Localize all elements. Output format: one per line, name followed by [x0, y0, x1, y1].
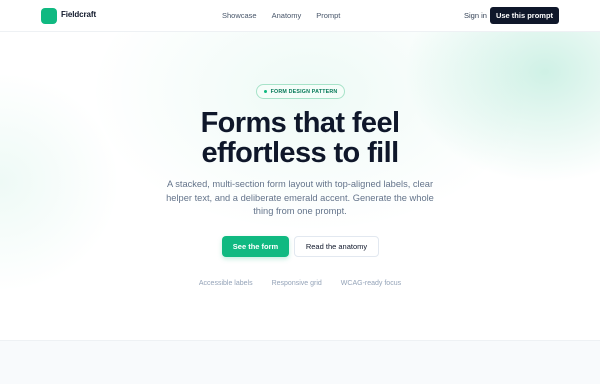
see-form-button[interactable]: See the form — [222, 236, 289, 257]
nav-link-anatomy[interactable]: Anatomy — [272, 11, 302, 20]
hero-headline: Forms that feel effortless to fill — [150, 108, 450, 168]
feature-list: Accessible labels Responsive grid WCAG-r… — [0, 280, 600, 287]
logo-icon[interactable] — [41, 8, 57, 24]
brand-name[interactable]: Fieldcraft — [61, 10, 96, 19]
headline-line-2: effortless to fill — [201, 137, 399, 169]
next-section-band — [0, 340, 600, 384]
feature-wcag-focus: WCAG-ready focus — [340, 280, 402, 287]
top-navbar: Fieldcraft Showcase Anatomy Prompt Sign … — [0, 0, 600, 32]
sign-in-link[interactable]: Sign in — [464, 11, 487, 20]
feature-responsive-grid: Responsive grid — [271, 280, 322, 287]
hero-description: A stacked, multi-section form layout wit… — [166, 179, 434, 216]
hero-section: FORM DESIGN PATTERN Forms that feel effo… — [0, 32, 600, 340]
nav-link-prompt[interactable]: Prompt — [316, 11, 340, 20]
main-nav: Showcase Anatomy Prompt — [222, 11, 340, 20]
headline-line-1: Forms that feel — [200, 107, 400, 139]
badge-dot-icon — [263, 90, 267, 93]
badge-label: FORM DESIGN PATTERN — [270, 88, 338, 95]
feature-accessible-labels: Accessible labels — [198, 280, 253, 287]
nav-link-showcase[interactable]: Showcase — [222, 11, 257, 20]
use-prompt-button[interactable]: Use this prompt — [490, 7, 559, 24]
category-badge: FORM DESIGN PATTERN — [256, 84, 345, 99]
read-anatomy-button[interactable]: Read the anatomy — [294, 236, 379, 257]
